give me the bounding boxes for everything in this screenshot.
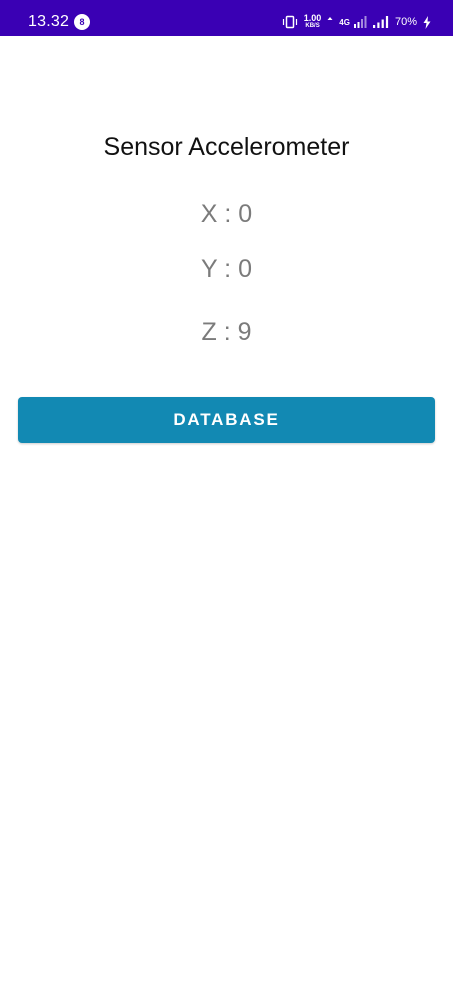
network-speed: 1.00 KB/S — [304, 14, 322, 30]
charging-icon — [423, 15, 431, 29]
status-icons: 1.00 KB/S 4G 70% — [282, 10, 431, 34]
data-arrows-icon — [327, 16, 333, 28]
z-axis-value: Z : 9 — [201, 318, 252, 346]
signal-icon — [353, 16, 367, 28]
network-speed-value: 1.00 — [303, 13, 322, 23]
notification-badge: 8 — [74, 14, 90, 30]
page-title: Sensor Accelerometer — [103, 133, 350, 161]
network-type: 4G — [339, 17, 350, 27]
status-bar: 13.32 8 1.00 KB/S 4G 70% — [0, 0, 453, 36]
status-time: 13.32 — [28, 13, 70, 30]
vibrate-icon — [282, 15, 298, 29]
battery-percent: 70% — [394, 16, 417, 28]
signal-icon — [372, 16, 389, 28]
y-axis-value: Y : 0 — [201, 255, 252, 283]
database-button[interactable]: DATABASE — [18, 397, 435, 443]
x-axis-value: X : 0 — [200, 200, 253, 228]
network-speed-unit: KB/S — [305, 23, 320, 29]
